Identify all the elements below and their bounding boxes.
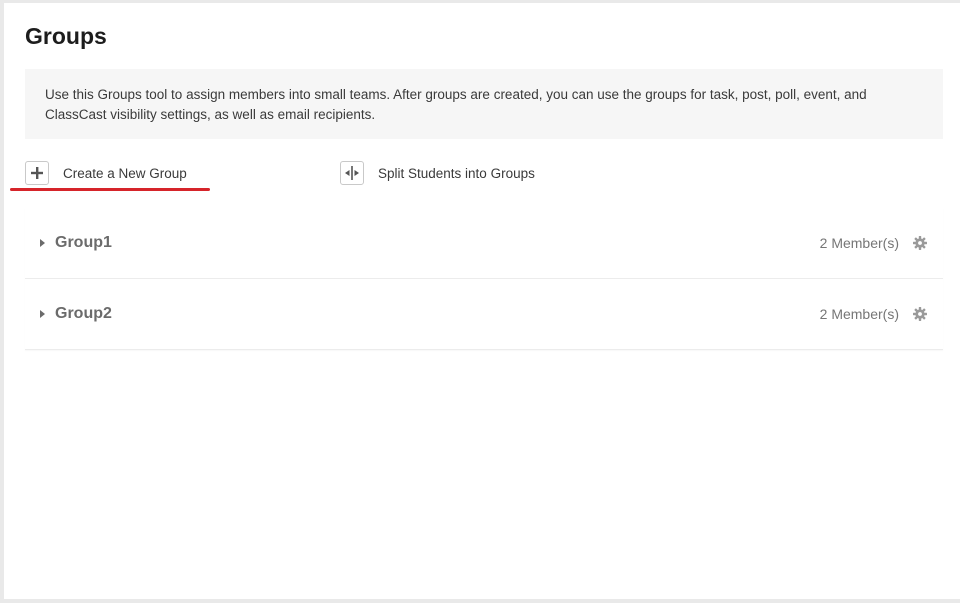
member-count: 2 Member(s) [819,306,899,322]
gear-icon[interactable] [913,307,927,321]
create-group-label: Create a New Group [63,165,187,181]
groups-list: Group1 2 Member(s) Group2 2 Member(s) [25,208,943,350]
page-title: Groups [25,23,107,49]
plus-icon [25,161,49,185]
group-row-1[interactable]: Group1 2 Member(s) [25,208,943,279]
split-students-button[interactable]: Split Students into Groups [340,160,535,186]
groups-panel: Groups Use this Groups tool to assign me… [4,3,960,599]
split-icon [340,161,364,185]
highlight-underline [10,188,210,191]
create-group-button[interactable]: Create a New Group [25,160,187,186]
member-count: 2 Member(s) [819,235,899,251]
caret-right-icon[interactable] [40,239,45,247]
group-row-2[interactable]: Group2 2 Member(s) [25,279,943,350]
info-text: Use this Groups tool to assign members i… [45,87,867,122]
caret-right-icon[interactable] [40,310,45,318]
split-students-label: Split Students into Groups [378,165,535,181]
group-name[interactable]: Group2 [55,305,112,323]
gear-icon[interactable] [913,236,927,250]
info-box: Use this Groups tool to assign members i… [25,69,943,139]
group-name[interactable]: Group1 [55,234,112,252]
